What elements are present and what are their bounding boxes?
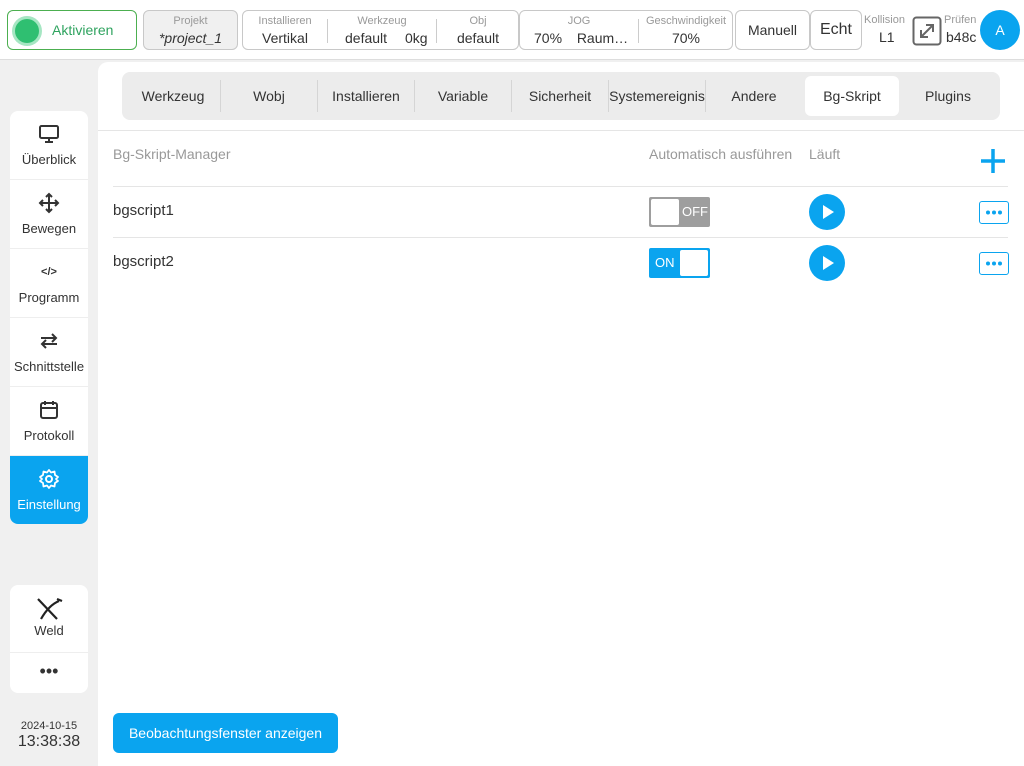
project-caption: Projekt	[173, 15, 208, 27]
move-icon	[38, 192, 60, 214]
sidebar-item-label: Einstellung	[17, 497, 81, 512]
autorun-toggle[interactable]: ON	[649, 248, 710, 278]
tool-caption: Werkzeug	[357, 15, 407, 27]
jog-percent: 70%	[534, 30, 563, 46]
tab-bg-skript[interactable]: Bg-Skript	[805, 76, 899, 116]
run-button[interactable]	[809, 194, 845, 230]
avatar[interactable]: A	[980, 10, 1020, 50]
check-value[interactable]: b48c	[946, 29, 976, 45]
real-label: Echt	[819, 21, 852, 38]
gear-icon	[39, 469, 59, 489]
sidebar-item-log[interactable]: Protokoll	[10, 387, 88, 456]
tab-andere[interactable]: Andere	[706, 76, 802, 116]
jog-speed-panel[interactable]: JOG 70% Raum… Geschwindigkeit 70%	[519, 10, 733, 50]
sidebar: Überblick Bewegen </> Programm Schnittst…	[10, 111, 88, 524]
main-panel: Werkzeug Wobj Installieren Variable Sich…	[98, 62, 1024, 766]
real-mode-button[interactable]: Echt	[810, 10, 862, 50]
sidebar-item-label: Programm	[18, 290, 80, 305]
tool-weight: 0kg	[405, 30, 428, 46]
more-options-button[interactable]	[979, 201, 1009, 224]
collision-caption: Kollision	[864, 14, 905, 26]
expand-icon[interactable]	[912, 16, 942, 46]
install-value: Vertikal	[262, 30, 308, 46]
tab-wobj[interactable]: Wobj	[221, 76, 317, 116]
clock-date: 2024-10-15	[20, 720, 78, 732]
show-watch-window-button[interactable]: Beobachtungsfenster anzeigen	[113, 713, 338, 753]
toggle-label: ON	[655, 255, 675, 270]
status-dot-icon	[15, 19, 39, 43]
install-tool-panel[interactable]: Installieren Vertikal Werkzeug default 0…	[242, 10, 519, 50]
sidebar-item-label: Bewegen	[21, 221, 77, 236]
sidebar-item-interface[interactable]: Schnittstelle	[10, 318, 88, 387]
project-selector[interactable]: Projekt *project_1	[143, 10, 238, 50]
speed-value: 70%	[671, 30, 701, 46]
tab-systemereignis[interactable]: Systemereignis	[609, 76, 705, 116]
swap-icon	[40, 333, 58, 349]
sidebar-item-overview[interactable]: Überblick	[10, 111, 88, 180]
check-caption: Prüfen	[944, 14, 977, 26]
sidebar-item-move[interactable]: Bewegen	[10, 180, 88, 249]
weld-icon	[37, 597, 63, 620]
script-name: bgscript2	[113, 253, 174, 270]
run-button[interactable]	[809, 245, 845, 281]
settings-tabs: Werkzeug Wobj Installieren Variable Sich…	[122, 72, 1000, 120]
tab-plugins[interactable]: Plugins	[900, 76, 996, 116]
ellipsis-icon	[986, 210, 1002, 215]
col-header-running: Läuft	[809, 146, 841, 162]
more-button[interactable]: •••	[10, 653, 88, 693]
tab-sicherheit[interactable]: Sicherheit	[512, 76, 608, 116]
collision-value[interactable]: L1	[879, 29, 895, 45]
more-options-button[interactable]	[979, 252, 1009, 275]
ellipsis-icon	[986, 261, 1002, 266]
speed-caption: Geschwindigkeit	[645, 15, 727, 27]
install-caption: Installieren	[258, 15, 312, 27]
script-name: bgscript1	[113, 202, 174, 219]
code-icon: </>	[41, 266, 57, 278]
add-script-icon[interactable]	[978, 146, 1008, 176]
project-value: *project_1	[158, 30, 223, 46]
obj-value: default	[456, 30, 500, 46]
activate-button[interactable]: Aktivieren	[7, 10, 137, 50]
sidebar-item-label: Schnittstelle	[13, 359, 85, 374]
weld-label: Weld	[34, 623, 64, 638]
tab-installieren[interactable]: Installieren	[318, 76, 414, 116]
play-icon	[823, 205, 834, 219]
clock-time: 13:38:38	[17, 733, 81, 750]
calendar-icon	[40, 401, 58, 419]
manual-mode-button[interactable]: Manuell	[735, 10, 810, 50]
sidebar-item-label: Protokoll	[23, 428, 75, 443]
col-header-name: Bg-Skript-Manager	[113, 146, 231, 162]
tab-variable[interactable]: Variable	[415, 76, 511, 116]
play-icon	[823, 256, 834, 270]
manual-label: Manuell	[747, 22, 798, 38]
sidebar-item-label: Überblick	[21, 152, 77, 167]
autorun-toggle[interactable]: OFF	[649, 197, 710, 227]
activate-label: Aktivieren	[52, 22, 114, 38]
plugin-sidebar: Weld •••	[10, 585, 88, 693]
top-bar: Aktivieren Projekt *project_1 Installier…	[0, 0, 1024, 60]
sidebar-item-settings[interactable]: Einstellung	[10, 456, 88, 524]
monitor-icon	[39, 125, 59, 143]
tab-werkzeug[interactable]: Werkzeug	[126, 76, 220, 116]
jog-mode: Raum…	[576, 30, 629, 46]
toggle-label: OFF	[682, 204, 708, 219]
obj-caption: Obj	[469, 15, 487, 27]
jog-caption: JOG	[567, 15, 591, 27]
weld-button[interactable]: Weld	[10, 585, 88, 653]
col-header-autorun: Automatisch ausführen	[649, 146, 793, 162]
tool-value: default	[345, 30, 388, 46]
sidebar-item-program[interactable]: </> Programm	[10, 249, 88, 318]
